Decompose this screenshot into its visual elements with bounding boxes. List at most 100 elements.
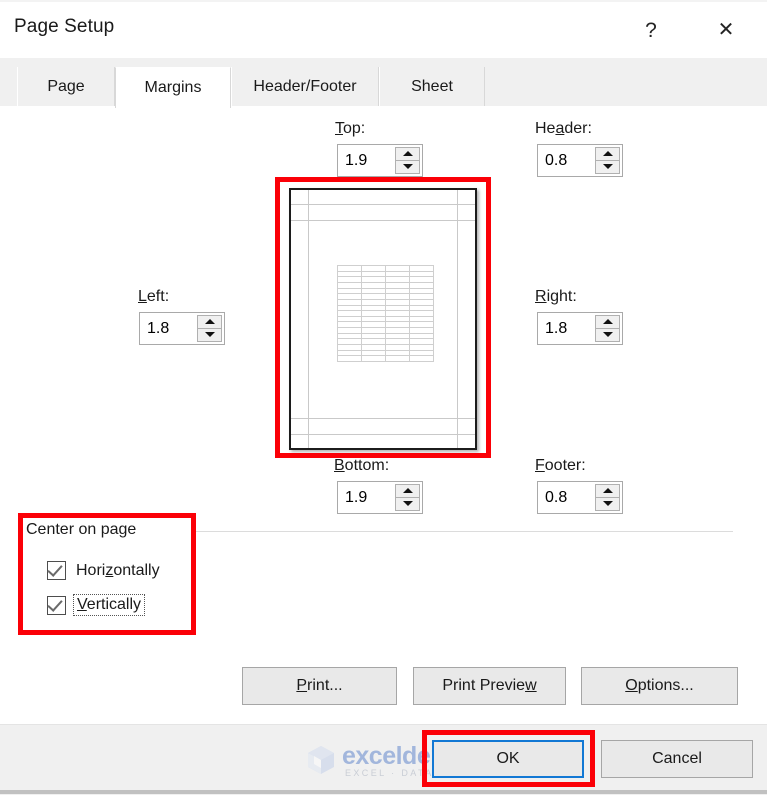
spinner-down-arrow-icon[interactable] <box>595 497 620 511</box>
preview-grid-cell <box>386 316 409 322</box>
preview-grid-cell <box>410 339 433 345</box>
footer-margin-label-rest: ooter: <box>544 457 586 474</box>
preview-grid-cell <box>386 288 409 294</box>
spinner-up-arrow-icon[interactable] <box>595 147 620 161</box>
preview-grid-cell <box>362 271 385 277</box>
spinner-up-arrow-icon[interactable] <box>595 315 620 329</box>
preview-grid-cell <box>338 333 361 339</box>
preview-grid-cell <box>410 328 433 333</box>
spinner-down-arrow-icon[interactable] <box>395 497 420 511</box>
left-margin-field[interactable]: 1.8 <box>139 312 225 345</box>
preview-grid-cell <box>338 356 361 361</box>
help-button[interactable]: ? <box>628 8 674 52</box>
top-margin-label-mid: o <box>343 120 352 137</box>
preview-grid-cell <box>362 322 385 328</box>
checkbox-vertically-focus-rect: Vertically <box>73 594 146 616</box>
center-on-page-separator <box>193 531 733 532</box>
footer-margin-label-accel: F <box>535 457 545 474</box>
spinner-down-arrow-icon[interactable] <box>197 328 222 342</box>
spinner-down-arrow-icon[interactable] <box>595 160 620 174</box>
print-button-label: Print... <box>296 677 343 694</box>
preview-data-grid <box>337 265 434 362</box>
footer-margin-value: 0.8 <box>545 489 568 506</box>
preview-grid-cell <box>362 282 385 288</box>
top-margin-label-rest: p: <box>351 120 366 137</box>
spinner-up-arrow-icon[interactable] <box>595 484 620 498</box>
header-margin-label: Header: <box>535 120 592 138</box>
preview-grid-cell <box>410 305 433 311</box>
spinner-down-arrow-icon[interactable] <box>595 328 620 342</box>
preview-page-sheet <box>289 188 477 450</box>
tab-header-footer-label: Header/Footer <box>253 77 357 95</box>
checkbox-horizontally[interactable]: Horizontally <box>47 561 160 580</box>
top-margin-value: 1.9 <box>345 152 368 169</box>
preview-grid-cell <box>338 328 361 333</box>
top-margin-label-accel: T <box>335 120 343 137</box>
options-button-label: Options... <box>625 677 694 694</box>
header-margin-label-pre: He <box>535 120 556 137</box>
preview-grid-cell <box>338 266 361 271</box>
print-preview-button[interactable]: Print Preview <box>413 667 566 705</box>
checkmark-icon <box>47 561 63 577</box>
preview-right-margin-guide <box>457 190 458 448</box>
preview-grid-cell <box>338 299 361 305</box>
right-margin-label: Right: <box>535 288 577 306</box>
preview-grid-cell <box>362 311 385 316</box>
right-margin-spinner[interactable] <box>595 315 620 342</box>
preview-grid-cell <box>338 288 361 294</box>
left-margin-spinner[interactable] <box>197 315 222 342</box>
tab-sheet[interactable]: Sheet <box>379 67 485 106</box>
preview-grid-cell <box>362 350 385 356</box>
right-margin-label-accel: R <box>535 288 547 305</box>
preview-grid-cell <box>338 316 361 322</box>
tab-page[interactable]: Page <box>17 67 115 106</box>
window-bottom-edge <box>0 790 767 794</box>
preview-grid-cell <box>410 299 433 305</box>
preview-grid-cell <box>338 294 361 299</box>
preview-grid-cell <box>410 266 433 271</box>
header-margin-spinner[interactable] <box>595 147 620 174</box>
bottom-margin-field[interactable]: 1.9 <box>337 481 423 514</box>
tab-strip: Page Margins Header/Footer Sheet <box>0 58 767 108</box>
dialog-title-bar: Page Setup ? ✕ <box>0 2 767 58</box>
preview-grid-cell <box>386 356 409 361</box>
preview-grid-cell <box>362 277 385 282</box>
header-margin-value: 0.8 <box>545 152 568 169</box>
page-title: Page Setup <box>14 16 115 37</box>
bottom-margin-spinner[interactable] <box>395 484 420 511</box>
preview-grid-cell <box>362 288 385 294</box>
top-margin-spinner[interactable] <box>395 147 420 174</box>
preview-grid-cell <box>410 294 433 299</box>
preview-grid-cell <box>362 294 385 299</box>
footer-margin-spinner[interactable] <box>595 484 620 511</box>
print-button[interactable]: Print... <box>242 667 397 705</box>
preview-grid-cell <box>386 266 409 271</box>
preview-grid-cell <box>362 299 385 305</box>
spinner-down-arrow-icon[interactable] <box>395 160 420 174</box>
preview-grid-cell <box>362 339 385 345</box>
preview-grid-cell <box>338 305 361 311</box>
preview-grid-cell <box>362 266 385 271</box>
bottom-margin-label-rest: ottom: <box>344 457 390 474</box>
footer-margin-field[interactable]: 0.8 <box>537 481 623 514</box>
options-button[interactable]: Options... <box>581 667 738 705</box>
ok-button-label: OK <box>496 750 520 767</box>
top-margin-field[interactable]: 1.9 <box>337 144 423 177</box>
tab-margins[interactable]: Margins <box>115 67 231 108</box>
tab-header-footer[interactable]: Header/Footer <box>231 67 379 106</box>
checkbox-vertically[interactable]: Vertically <box>47 594 146 616</box>
close-button[interactable]: ✕ <box>703 8 749 52</box>
checkbox-horizontally-box[interactable] <box>47 561 66 580</box>
ok-button[interactable]: OK <box>432 740 584 778</box>
cancel-button[interactable]: Cancel <box>601 740 753 778</box>
checkbox-vertically-label: Vertically <box>77 596 141 613</box>
checkbox-vertically-box[interactable] <box>47 595 66 615</box>
header-margin-field[interactable]: 0.8 <box>537 144 623 177</box>
spinner-up-arrow-icon[interactable] <box>395 484 420 498</box>
preview-grid-cell <box>386 322 409 328</box>
right-margin-field[interactable]: 1.8 <box>537 312 623 345</box>
preview-grid-cell <box>410 311 433 316</box>
spinner-up-arrow-icon[interactable] <box>395 147 420 161</box>
preview-grid-cell <box>386 311 409 316</box>
spinner-up-arrow-icon[interactable] <box>197 315 222 329</box>
